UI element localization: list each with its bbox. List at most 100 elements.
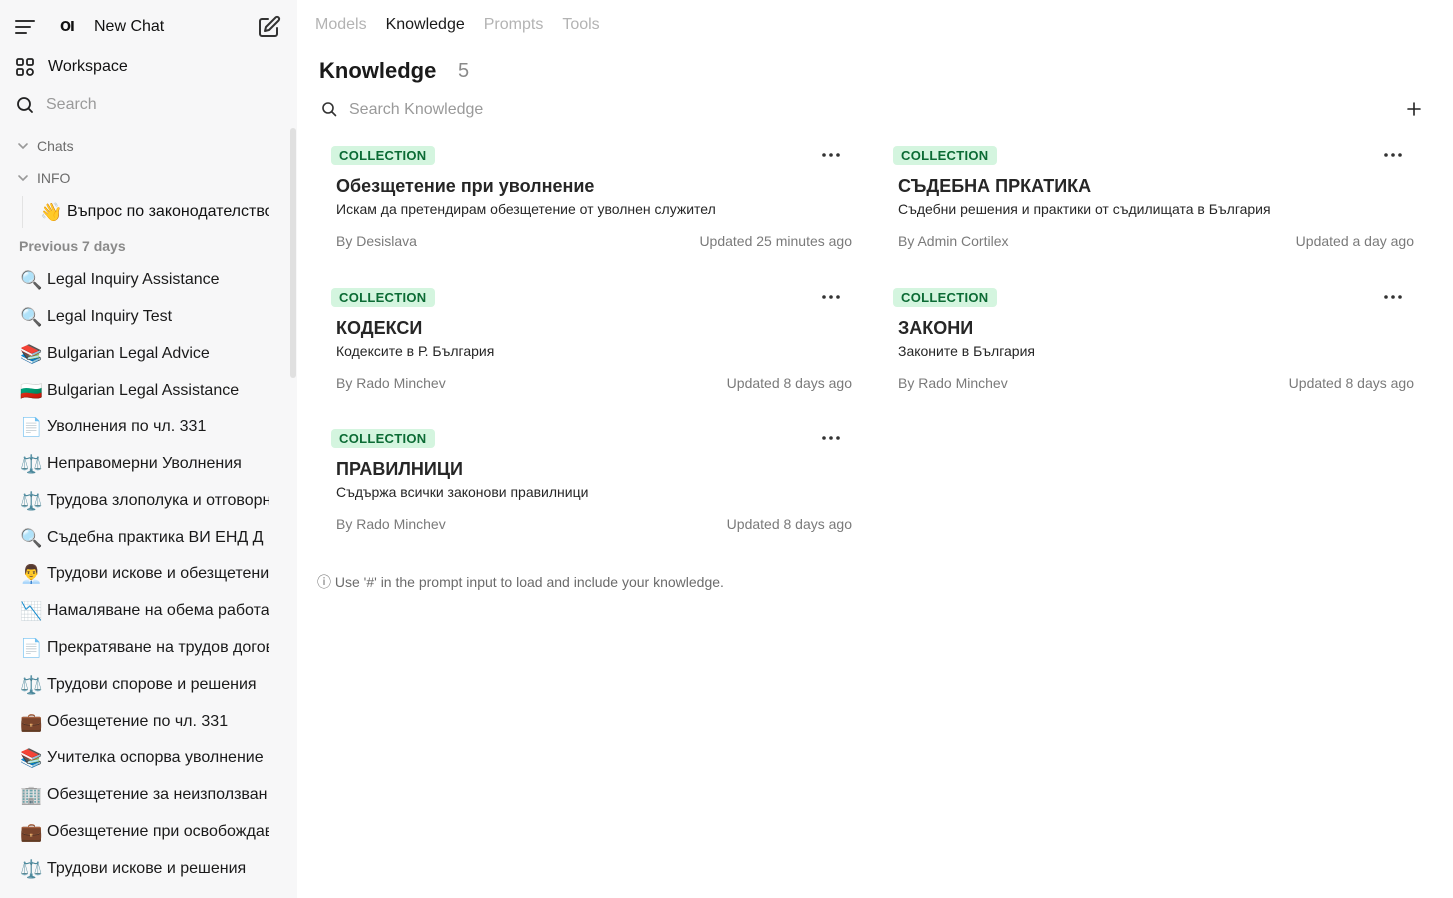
collection-badge: COLLECTION xyxy=(893,146,997,165)
chat-item[interactable]: 🔍 Legal Inquiry Test xyxy=(0,300,280,334)
search-icon xyxy=(321,101,337,117)
magnifier-icon: 🔍 xyxy=(20,528,43,548)
card-updated: Updated 8 days ago xyxy=(1288,375,1414,391)
knowledge-card[interactable]: COLLECTION СЪДЕБНА ПРКАТИКА Съдебни реше… xyxy=(877,136,1417,264)
card-updated: Updated a day ago xyxy=(1295,233,1414,249)
chat-item-info[interactable]: 👋 Въпрос по законодателство xyxy=(22,196,272,228)
card-updated: Updated 25 minutes ago xyxy=(699,233,852,249)
knowledge-card[interactable]: COLLECTION ПРАВИЛНИЦИ Съдържа всички зак… xyxy=(315,419,855,547)
card-title: Обезщетение при уволнение xyxy=(336,176,595,196)
card-title: КОДЕКСИ xyxy=(336,318,423,338)
chat-item[interactable]: ⚖️ Трудови искове и решения xyxy=(0,852,280,886)
scales-icon: ⚖️ xyxy=(20,859,43,879)
folder-label: INFO xyxy=(37,170,71,186)
chat-item[interactable]: 📚 Bulgarian Legal Advice xyxy=(0,337,280,371)
briefcase-icon: 💼 xyxy=(20,712,43,732)
sidebar-scrollbar[interactable] xyxy=(290,128,296,378)
card-description: Кодексите в Р. България xyxy=(336,343,495,359)
new-chat-button[interactable]: New Chat xyxy=(94,18,164,36)
new-chat-edit-icon[interactable] xyxy=(257,15,281,39)
chat-item-label: Намаляване на обема работа xyxy=(47,602,269,619)
sidebar-search[interactable]: Search xyxy=(0,90,297,120)
chat-item-label: Трудови спорове и решения xyxy=(47,676,257,693)
more-options-icon[interactable] xyxy=(1381,290,1405,304)
chat-item[interactable]: 👨‍💼 Трудови искове и обезщетения xyxy=(0,557,280,591)
knowledge-card[interactable]: COLLECTION КОДЕКСИ Кодексите в Р. Българ… xyxy=(315,278,855,406)
chat-item[interactable]: ⚖️ Неправомерни Уволнения xyxy=(0,447,280,481)
sidebar-header: OI New Chat xyxy=(0,10,297,44)
chat-item-label: Bulgarian Legal Advice xyxy=(47,345,210,362)
more-options-icon[interactable] xyxy=(819,431,843,445)
more-options-icon[interactable] xyxy=(819,290,843,304)
person-icon: 👨‍💼 xyxy=(20,564,43,584)
briefcase-icon: 💼 xyxy=(20,822,43,842)
chat-item[interactable]: 📚 Учителка оспорва уволнение xyxy=(0,741,280,775)
menu-icon[interactable] xyxy=(14,18,36,36)
card-description: Съдебни решения и практики от съдилищата… xyxy=(898,201,1271,217)
card-author: By Admin Cortilex xyxy=(898,233,1009,249)
scales-icon: ⚖️ xyxy=(20,675,43,695)
chat-item[interactable]: 💼Обезщетение при освобождаване xyxy=(0,815,280,849)
section-previous-7-days: Previous 7 days xyxy=(19,238,126,254)
tab-tools[interactable]: Tools xyxy=(562,16,599,34)
knowledge-card[interactable]: COLLECTION ЗАКОНИ Законите в България By… xyxy=(877,278,1417,406)
card-title: ПРАВИЛНИЦИ xyxy=(336,459,463,479)
card-title: ЗАКОНИ xyxy=(898,318,974,338)
knowledge-search-input[interactable] xyxy=(349,97,1249,123)
chat-item-label: Обезщетение по чл. 331 xyxy=(47,713,229,730)
chat-item-label: Неправомерни Уволнения xyxy=(47,455,242,472)
tab-models[interactable]: Models xyxy=(315,16,367,34)
chat-item-label: Трудова злополука и отговорност xyxy=(47,492,269,509)
app-logo: OI xyxy=(60,20,75,35)
chat-item[interactable]: 🏢Обезщетение за неизползван отпуск xyxy=(0,778,280,812)
chat-item-label: Трудови искове и обезщетения xyxy=(47,565,269,582)
chevron-down-icon xyxy=(16,139,30,153)
chat-item-label: Учителка оспорва уволнение xyxy=(47,749,264,766)
knowledge-count: 5 xyxy=(458,60,470,82)
books-icon: 📚 xyxy=(20,748,43,768)
chat-item[interactable]: 🔍 Съдебна практика ВИ ЕНД Д xyxy=(0,521,280,555)
collection-badge: COLLECTION xyxy=(331,429,435,448)
folder-info[interactable]: INFO xyxy=(0,166,297,190)
chat-item-label: Legal Inquiry Test xyxy=(47,308,173,325)
tab-knowledge[interactable]: Knowledge xyxy=(386,16,465,34)
card-description: Законите в България xyxy=(898,343,1035,359)
chart-down-icon: 📉 xyxy=(20,601,43,621)
sidebar-search-placeholder: Search xyxy=(46,96,97,113)
chat-item[interactable]: 🔍 Legal Inquiry Assistance xyxy=(0,263,280,297)
collection-badge: COLLECTION xyxy=(331,288,435,307)
document-icon: 📄 xyxy=(20,638,43,658)
card-author: By Rado Minchev xyxy=(336,375,446,391)
workspace-grid-icon xyxy=(15,57,35,77)
chat-item[interactable]: ⚖️ Трудови спорове и решения xyxy=(0,668,280,702)
workspace-label: Workspace xyxy=(48,58,128,75)
more-options-icon[interactable] xyxy=(819,148,843,162)
chat-item-label: Legal Inquiry Assistance xyxy=(47,271,220,288)
books-icon: 📚 xyxy=(20,344,43,364)
chat-item[interactable]: 📄 Прекратяване на трудов договор xyxy=(0,631,280,665)
scales-icon: ⚖️ xyxy=(20,454,43,474)
more-options-icon[interactable] xyxy=(1381,148,1405,162)
card-updated: Updated 8 days ago xyxy=(726,516,852,532)
add-knowledge-plus-icon[interactable] xyxy=(1404,99,1424,119)
knowledge-card[interactable]: COLLECTION Обезщетение при уволнение Иск… xyxy=(315,136,855,264)
collection-badge: COLLECTION xyxy=(893,288,997,307)
card-author: By Desislava xyxy=(336,233,417,249)
magnifier-icon: 🔍 xyxy=(20,270,43,290)
workspace-link[interactable]: Workspace xyxy=(0,52,297,82)
page-title: Knowledge xyxy=(319,58,437,83)
card-description: Съдържа всички законови правилници xyxy=(336,484,589,500)
chat-item-label: Уволнения по чл. 331 xyxy=(47,418,207,435)
search-icon xyxy=(16,96,34,114)
chat-item[interactable]: 📄 Уволнения по чл. 331 xyxy=(0,410,280,444)
tab-prompts[interactable]: Prompts xyxy=(484,16,544,34)
chat-item-label: Въпрос по законодателство xyxy=(67,203,269,220)
chat-item[interactable]: 🇧🇬 Bulgarian Legal Assistance xyxy=(0,374,280,408)
chevron-down-icon xyxy=(16,171,30,185)
folder-chats[interactable]: Chats xyxy=(0,134,297,158)
knowledge-usage-hint: ⓘ Use '#' in the prompt input to load an… xyxy=(317,574,724,590)
sidebar: OI New Chat Workspace Search Chats INFO … xyxy=(0,0,297,898)
chat-item[interactable]: 📉 Намаляване на обема работа xyxy=(0,594,280,628)
chat-item[interactable]: ⚖️Трудова злополука и отговорност xyxy=(0,484,280,518)
chat-item[interactable]: 💼 Обезщетение по чл. 331 xyxy=(0,705,280,739)
